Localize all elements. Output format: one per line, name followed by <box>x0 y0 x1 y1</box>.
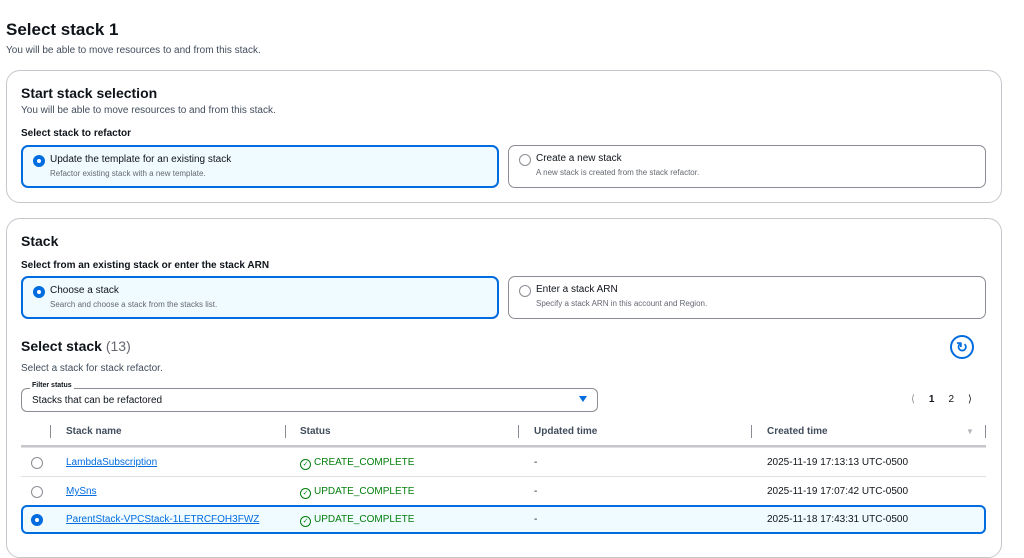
status-badge: ✓ UPDATE_COMPLETE <box>300 514 414 527</box>
refresh-button[interactable]: ↻ <box>950 335 974 359</box>
field-label: Select from an existing stack or enter t… <box>21 260 270 271</box>
created-time: 2025-11-18 17:43:31 UTC-0500 <box>767 514 909 525</box>
table-row-selected[interactable]: ParentStack-VPCStack-1LETRCFOH3FWZ ✓ UPDA… <box>21 505 986 534</box>
refresh-icon: ↻ <box>956 339 968 355</box>
stack-name-link[interactable]: MySns <box>66 486 97 497</box>
page-description: You will be able to move resources to an… <box>6 45 261 56</box>
prev-page-icon[interactable]: ⟨ <box>911 394 915 405</box>
sort-icon[interactable]: ▼ <box>966 427 974 436</box>
option-description: Search and choose a stack from the stack… <box>50 300 218 309</box>
select-stack-heading: Select stack (13) <box>21 338 131 354</box>
row-radio-selected[interactable] <box>31 514 43 526</box>
option-title: Choose a stack <box>50 285 119 296</box>
column-header-created-time[interactable]: Created time <box>767 426 828 437</box>
radio-selected-icon[interactable] <box>33 286 45 298</box>
page-2[interactable]: 2 <box>948 394 954 405</box>
filter-value: Stacks that can be refactored <box>32 395 163 406</box>
stack-count: (13) <box>105 338 131 354</box>
panel-title: Start stack selection <box>21 85 158 101</box>
option-choose-stack[interactable]: Choose a stack Search and choose a stack… <box>21 276 499 319</box>
option-description: Specify a stack ARN in this account and … <box>536 299 708 308</box>
radio-icon[interactable] <box>519 285 531 297</box>
row-radio[interactable] <box>31 486 43 498</box>
column-header-updated-time[interactable]: Updated time <box>534 426 597 437</box>
pagination: ⟨ 1 2 ⟩ <box>911 394 972 405</box>
status-badge: ✓ UPDATE_COMPLETE <box>300 486 414 499</box>
caret-down-icon <box>579 396 587 402</box>
status-text: UPDATE_COMPLETE <box>314 486 415 497</box>
radio-selected-icon[interactable] <box>33 155 45 167</box>
stack-panel: Stack Select from an existing stack or e… <box>6 218 1002 558</box>
stack-name-link[interactable]: LambdaSubscription <box>66 457 157 468</box>
column-divider <box>985 425 986 438</box>
status-badge: ✓ CREATE_COMPLETE <box>300 457 414 470</box>
column-divider[interactable] <box>751 425 752 438</box>
check-circle-icon: ✓ <box>300 516 311 527</box>
column-header-stack-name[interactable]: Stack name <box>66 426 122 437</box>
created-time: 2025-11-19 17:07:42 UTC-0500 <box>767 486 909 497</box>
status-text: CREATE_COMPLETE <box>314 457 415 468</box>
column-header-status[interactable]: Status <box>300 426 331 437</box>
check-circle-icon: ✓ <box>300 459 311 470</box>
next-page-icon[interactable]: ⟩ <box>968 394 972 405</box>
table-row[interactable]: MySns ✓ UPDATE_COMPLETE - 2025-11-19 17:0… <box>21 476 986 505</box>
panel-description: You will be able to move resources to an… <box>21 105 276 116</box>
page-title: Select stack 1 <box>6 20 119 39</box>
option-description: Refactor existing stack with a new templ… <box>50 169 206 178</box>
option-create-new-stack[interactable]: Create a new stack A new stack is create… <box>508 145 986 188</box>
option-enter-stack-arn[interactable]: Enter a stack ARN Specify a stack ARN in… <box>508 276 986 319</box>
field-label: Select stack to refactor <box>21 128 132 139</box>
column-divider[interactable] <box>285 425 286 438</box>
start-stack-selection-panel: Start stack selection You will be able t… <box>6 70 1002 203</box>
status-text: UPDATE_COMPLETE <box>314 514 415 525</box>
filter-label: Filter status <box>30 382 74 389</box>
option-update-existing-stack[interactable]: Update the template for an existing stac… <box>21 145 499 188</box>
updated-time: - <box>534 457 538 468</box>
row-radio[interactable] <box>31 457 43 469</box>
panel-title: Stack <box>21 233 59 249</box>
section-title: Select stack <box>21 338 102 354</box>
option-description: A new stack is created from the stack re… <box>536 168 700 177</box>
updated-time: - <box>534 486 538 497</box>
option-title: Update the template for an existing stac… <box>50 154 232 165</box>
filter-status-select[interactable]: Filter status Stacks that can be refacto… <box>21 382 598 412</box>
column-divider <box>50 425 51 438</box>
column-divider[interactable] <box>518 425 519 438</box>
updated-time: - <box>534 514 538 525</box>
created-time: 2025-11-19 17:13:13 UTC-0500 <box>767 457 909 468</box>
section-description: Select a stack for stack refactor. <box>21 363 163 374</box>
page-1[interactable]: 1 <box>929 394 935 405</box>
table-row[interactable]: LambdaSubscription ✓ CREATE_COMPLETE - 20… <box>21 447 986 476</box>
stack-name-link[interactable]: ParentStack-VPCStack-1LETRCFOH3FWZ <box>66 514 259 525</box>
option-title: Enter a stack ARN <box>536 284 618 295</box>
option-title: Create a new stack <box>536 153 622 164</box>
check-circle-icon: ✓ <box>300 488 311 499</box>
radio-icon[interactable] <box>519 154 531 166</box>
